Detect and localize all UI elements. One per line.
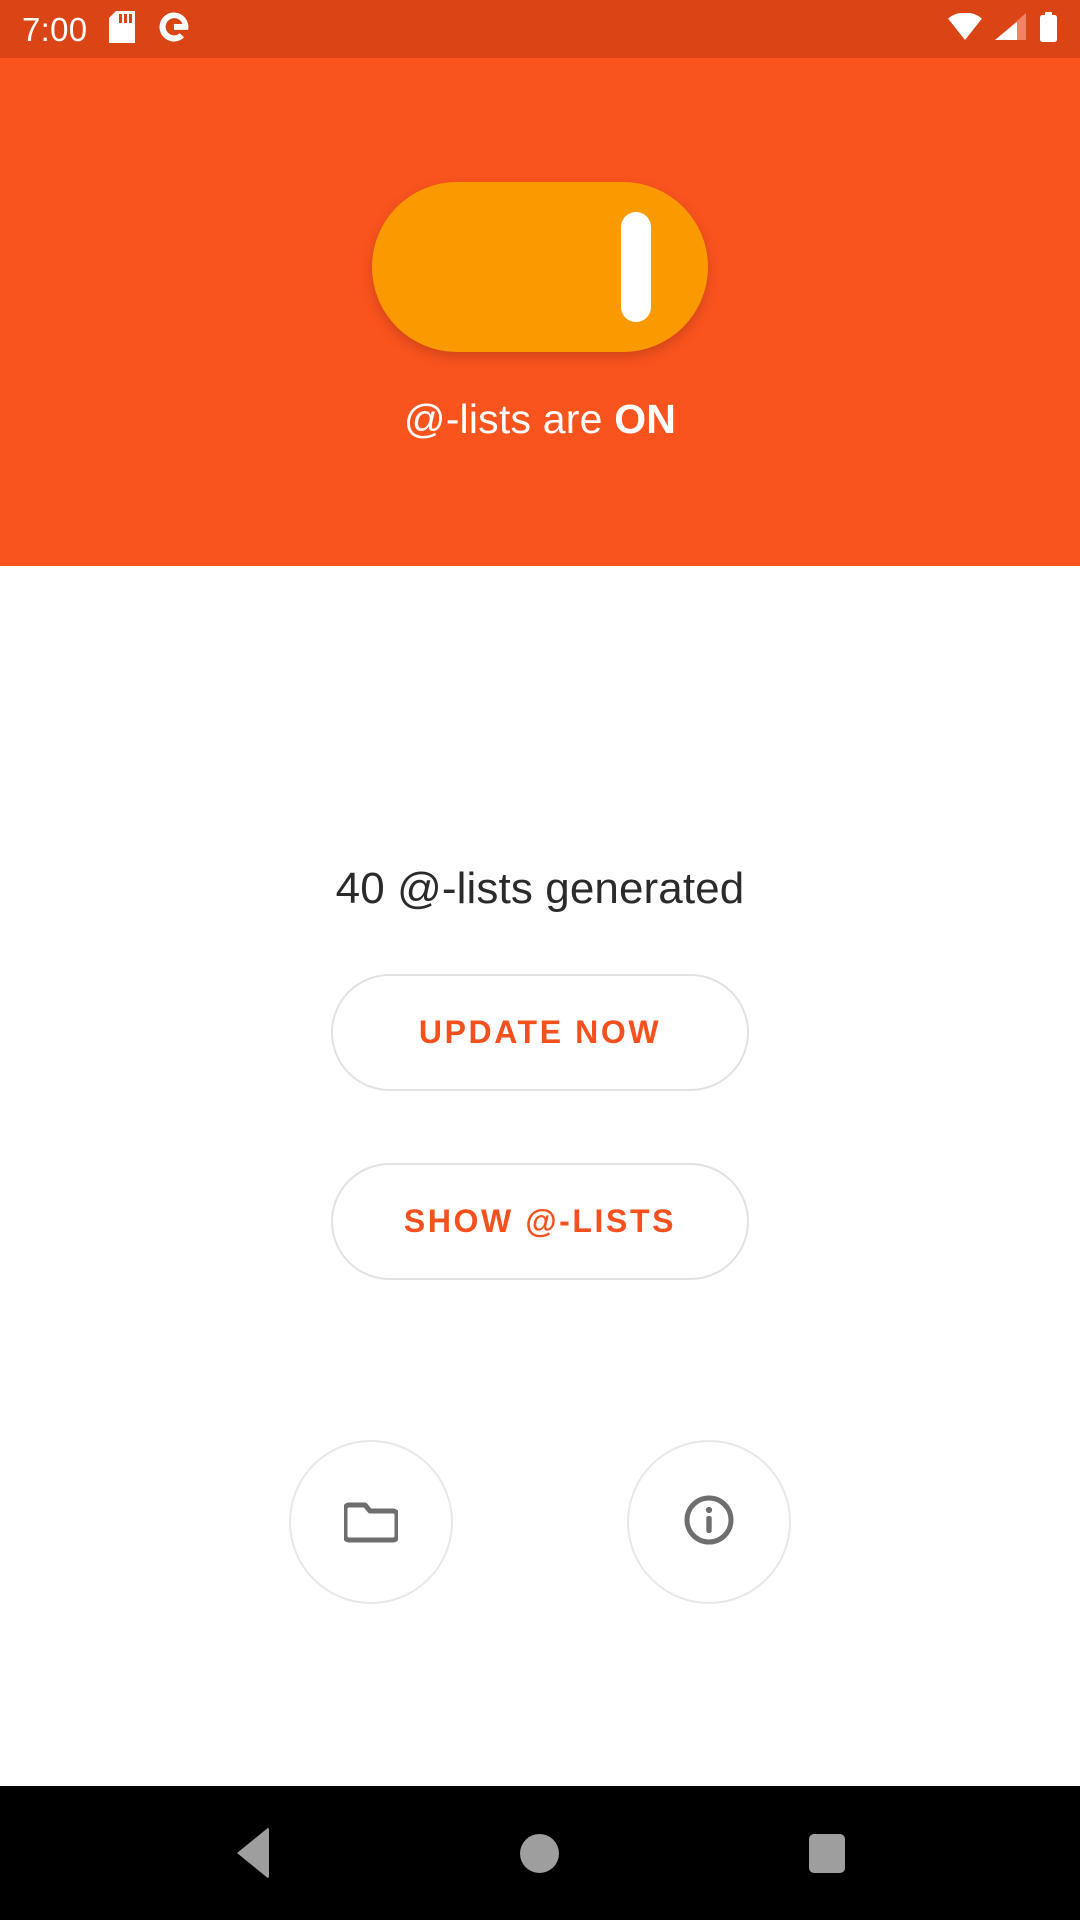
home-circle-icon	[520, 1833, 560, 1873]
main-content: 40 @-lists generated UPDATE NOW SHOW @-L…	[0, 566, 1080, 1786]
back-triangle-icon	[237, 1827, 270, 1879]
status-bar-right	[948, 11, 1058, 47]
status-bar-clock: 7:00	[22, 10, 88, 48]
google-icon	[157, 10, 191, 49]
toggle-state-label-value: ON	[614, 395, 677, 442]
sd-card-icon	[109, 10, 136, 48]
status-bar-left: 7:00	[22, 10, 191, 49]
info-icon	[683, 1494, 735, 1551]
battery-icon	[1039, 11, 1058, 47]
main-power-toggle[interactable]	[372, 181, 708, 352]
nav-home-button[interactable]	[480, 1793, 600, 1913]
folder-button[interactable]	[289, 1440, 453, 1604]
folder-icon	[342, 1496, 400, 1549]
update-now-button[interactable]: UPDATE NOW	[331, 974, 749, 1091]
hero-header: @-lists are ON	[0, 58, 1080, 566]
toggle-state-label: @-lists are ON	[404, 396, 676, 443]
toggle-thumb	[621, 211, 651, 322]
status-bar: 7:00	[0, 0, 1080, 58]
generated-count-label: 40 @-lists generated	[335, 864, 745, 913]
cellular-signal-icon	[995, 13, 1026, 45]
recents-square-icon	[808, 1833, 845, 1873]
icon-button-row	[289, 1440, 791, 1604]
android-navigation-bar	[0, 1786, 1080, 1920]
wifi-icon	[948, 12, 982, 45]
show-at-lists-button[interactable]: SHOW @-LISTS	[331, 1163, 749, 1280]
toggle-state-label-prefix: @-lists are	[403, 395, 615, 442]
nav-recents-button[interactable]	[767, 1793, 887, 1913]
info-button[interactable]	[627, 1440, 791, 1604]
nav-back-button[interactable]	[193, 1793, 313, 1913]
app-screen: 7:00 @-lists are ON 40 @-lists generated…	[0, 0, 1080, 1920]
